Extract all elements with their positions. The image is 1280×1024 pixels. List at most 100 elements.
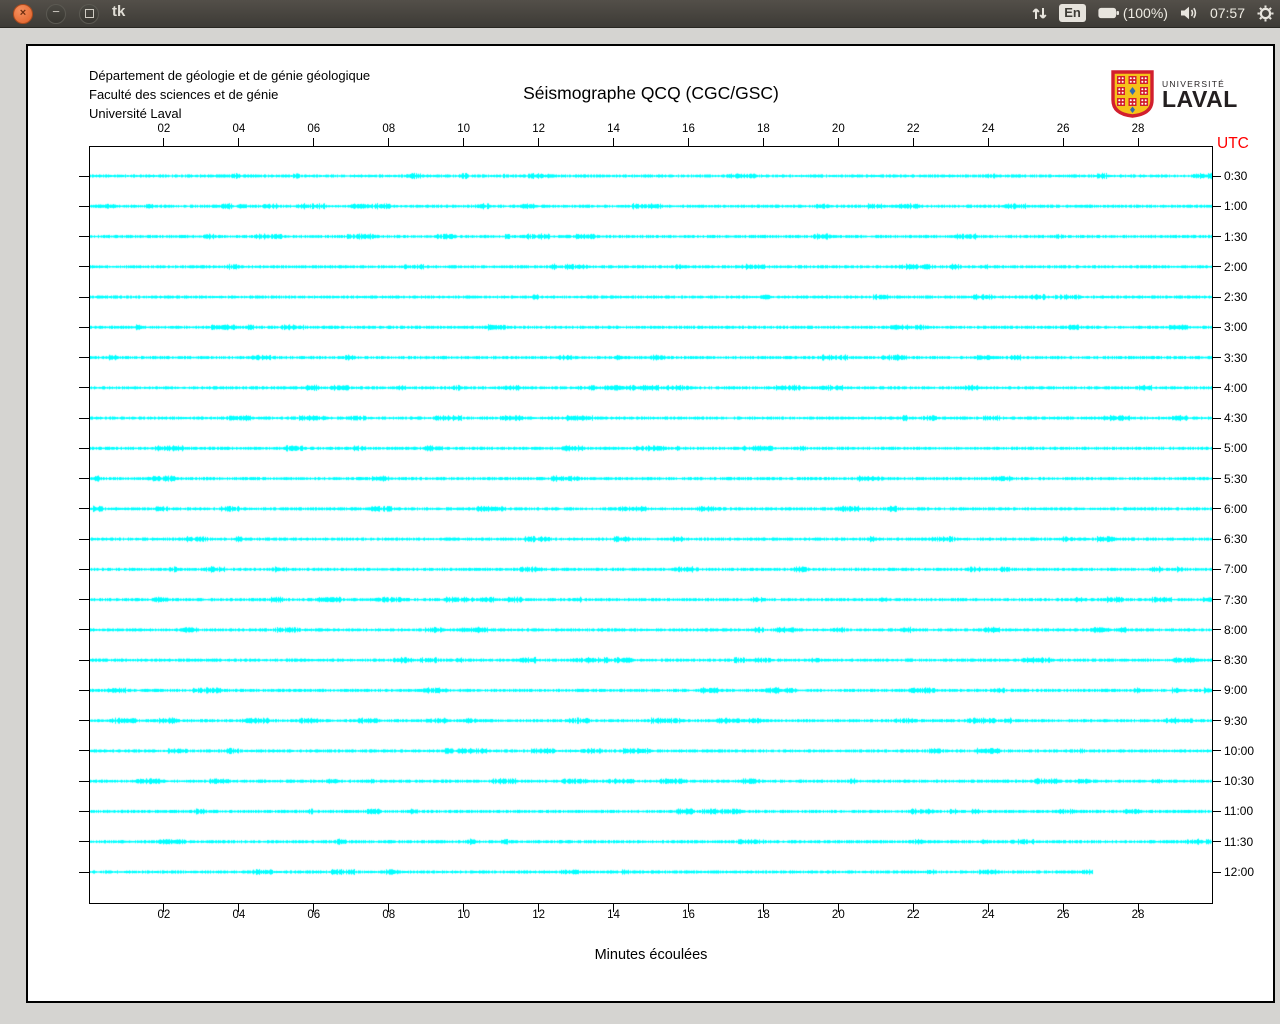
x-tick-top-label: 28 <box>1131 123 1145 135</box>
utc-time-label: 11:30 <box>1224 834 1254 849</box>
y-tick-right <box>1213 236 1221 238</box>
x-tick-top <box>163 138 165 146</box>
session-gear-icon[interactable] <box>1257 5 1274 22</box>
x-tick-top-label: 26 <box>1056 123 1070 135</box>
y-tick-right <box>1213 357 1221 359</box>
utc-axis-label: UTC <box>1217 135 1249 152</box>
maximize-button[interactable] <box>79 4 99 24</box>
utc-time-label: 9:30 <box>1224 713 1248 728</box>
y-tick-left <box>79 810 89 812</box>
y-tick-right <box>1213 538 1221 540</box>
address-line-3: Université Laval <box>89 106 182 121</box>
utc-time-label: 8:00 <box>1224 622 1248 637</box>
y-tick-right <box>1213 266 1221 268</box>
x-tick-bottom-label: 08 <box>382 909 396 921</box>
seismograph-sheet: Département de géologie et de génie géol… <box>26 44 1275 1003</box>
utc-time-label: 4:00 <box>1224 380 1248 395</box>
battery-indicator[interactable]: (100%) <box>1098 5 1168 21</box>
y-tick-right <box>1213 780 1221 782</box>
utc-time-label: 1:30 <box>1224 229 1248 244</box>
x-tick-top <box>687 138 689 146</box>
utc-time-label: 6:00 <box>1224 501 1248 516</box>
top-panel: × − tk En (100%) 07:57 <box>0 0 1280 28</box>
system-tray: En (100%) 07:57 <box>1032 0 1274 26</box>
utc-time-label: 11:00 <box>1224 804 1254 819</box>
utc-time-label: 2:00 <box>1224 259 1248 274</box>
y-tick-left <box>79 205 89 207</box>
y-tick-left <box>79 568 89 570</box>
utc-time-label: 8:30 <box>1224 653 1248 668</box>
utc-time-label: 9:00 <box>1224 683 1248 698</box>
x-tick-bottom-label: 20 <box>831 909 845 921</box>
x-tick-top <box>463 138 465 146</box>
x-tick-bottom-label: 16 <box>682 909 695 921</box>
x-tick-top <box>1137 138 1139 146</box>
x-tick-bottom-label: 04 <box>232 909 246 921</box>
y-tick-left <box>79 478 89 480</box>
y-tick-left <box>79 538 89 540</box>
y-tick-right <box>1213 689 1221 691</box>
y-tick-right <box>1213 568 1221 570</box>
x-tick-bottom-label: 06 <box>307 909 321 921</box>
utc-time-label: 6:30 <box>1224 532 1248 547</box>
utc-time-label: 10:30 <box>1224 774 1255 789</box>
y-tick-left <box>79 326 89 328</box>
x-tick-top <box>538 138 540 146</box>
y-tick-left <box>79 387 89 389</box>
y-tick-right <box>1213 750 1221 752</box>
x-tick-top <box>613 138 615 146</box>
y-tick-right <box>1213 447 1221 449</box>
y-tick-right <box>1213 871 1221 873</box>
x-tick-top-label: 16 <box>682 123 695 135</box>
x-tick-bottom-label: 18 <box>756 909 770 921</box>
y-tick-left <box>79 599 89 601</box>
plot-frame <box>89 146 1213 904</box>
laval-crest-icon <box>1111 70 1154 118</box>
close-button[interactable]: × <box>13 4 33 24</box>
x-tick-bottom-label: 22 <box>906 909 920 921</box>
y-tick-right <box>1213 417 1221 419</box>
x-tick-top-label: 10 <box>457 123 471 135</box>
network-updown-arrows-icon[interactable] <box>1032 6 1047 21</box>
y-tick-right <box>1213 296 1221 298</box>
x-tick-top-label: 24 <box>981 123 995 135</box>
utc-time-label: 10:00 <box>1224 743 1255 758</box>
y-tick-right <box>1213 841 1221 843</box>
utc-time-label: 3:00 <box>1224 320 1248 335</box>
x-tick-top <box>388 138 390 146</box>
y-tick-left <box>79 629 89 631</box>
minimize-button[interactable]: − <box>46 4 66 24</box>
keyboard-layout-badge[interactable]: En <box>1059 4 1086 22</box>
utc-time-label: 1:00 <box>1224 199 1248 214</box>
y-tick-right <box>1213 387 1221 389</box>
x-tick-top <box>238 138 240 146</box>
x-tick-top-label: 14 <box>607 123 620 135</box>
x-axis-title: Minutes écoulées <box>594 947 708 963</box>
y-tick-right <box>1213 629 1221 631</box>
volume-icon[interactable] <box>1180 6 1198 20</box>
y-tick-right <box>1213 205 1221 207</box>
x-tick-top <box>912 138 914 146</box>
y-tick-left <box>79 236 89 238</box>
x-tick-bottom-label: 14 <box>607 909 620 921</box>
clock-label[interactable]: 07:57 <box>1210 5 1245 21</box>
y-tick-left <box>79 780 89 782</box>
logo-line-laval: LAVAL <box>1162 86 1238 112</box>
y-tick-right <box>1213 478 1221 480</box>
battery-icon <box>1098 7 1119 19</box>
x-tick-top-label: 20 <box>831 123 845 135</box>
utc-time-label: 12:00 <box>1224 865 1255 879</box>
x-tick-top <box>837 138 839 146</box>
chart-title: Séismographe QCQ (CGC/GSC) <box>523 83 779 103</box>
x-tick-bottom-label: 10 <box>457 909 471 921</box>
x-tick-top-label: 18 <box>756 123 770 135</box>
y-tick-left <box>79 175 89 177</box>
x-tick-top <box>1062 138 1064 146</box>
y-tick-right <box>1213 810 1221 812</box>
x-tick-bottom-label: 02 <box>157 909 171 921</box>
laval-wordmark: UNIVERSITÉ LAVAL <box>1162 79 1238 112</box>
x-tick-top <box>313 138 315 146</box>
utc-time-label: 7:00 <box>1224 562 1248 577</box>
x-tick-bottom-label: 12 <box>532 909 545 921</box>
utc-time-label: 0:30 <box>1224 169 1248 183</box>
